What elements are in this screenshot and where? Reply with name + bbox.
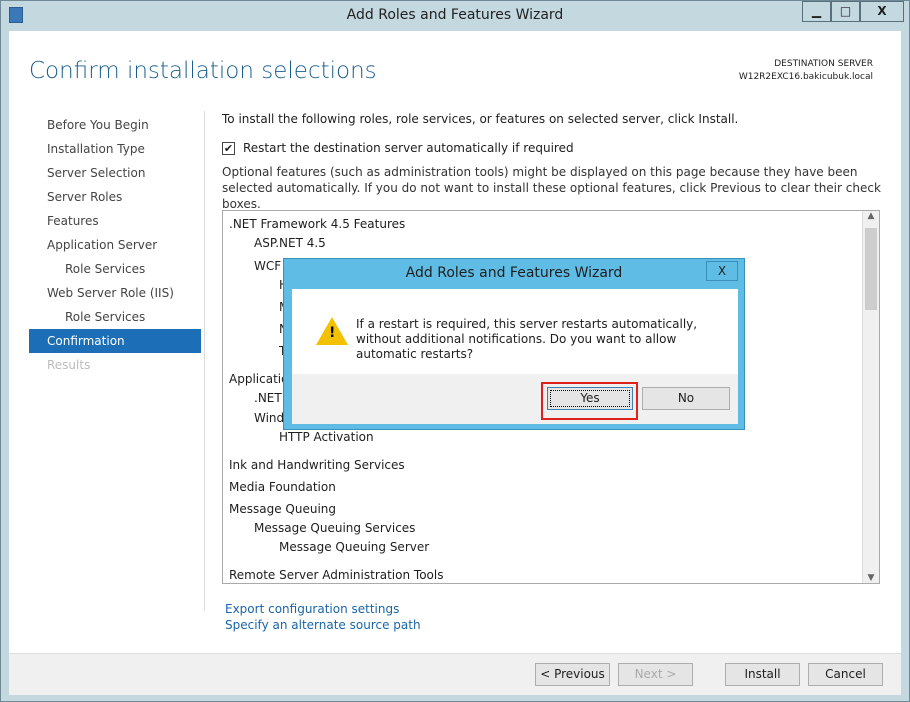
no-button[interactable]: No — [642, 387, 730, 410]
nav-role-services-app[interactable]: Role Services — [29, 257, 201, 281]
cancel-button[interactable]: Cancel — [808, 663, 883, 686]
list-item: Message Queuing Services — [254, 521, 416, 535]
restart-confirm-dialog: Add Roles and Features Wizard X ! If a r… — [283, 258, 745, 430]
dialog-body: ! If a restart is required, this server … — [292, 289, 738, 374]
dialog-button-bar: Yes No — [292, 374, 738, 424]
dialog-title: Add Roles and Features Wizard — [405, 265, 623, 281]
destination-server-name: W12R2EXC16.bakicubuk.local — [738, 72, 873, 82]
links: Export configuration settings Specify an… — [225, 601, 421, 633]
nav-application-server[interactable]: Application Server — [29, 233, 201, 257]
close-button[interactable]: X — [860, 1, 904, 22]
minimize-button[interactable]: ▁ — [802, 1, 831, 22]
nav-results: Results — [47, 358, 91, 372]
list-item: ASP.NET 4.5 — [254, 236, 326, 250]
export-config-link[interactable]: Export configuration settings — [225, 601, 421, 617]
nav-installation-type[interactable]: Installation Type — [29, 137, 201, 161]
scroll-down-icon[interactable]: ▼ — [863, 573, 879, 583]
restart-checkbox[interactable]: ✔ Restart the destination server automat… — [222, 141, 574, 155]
wizard-nav: Before You Begin Installation Type Serve… — [29, 113, 201, 377]
restart-label: Restart the destination server automatic… — [243, 141, 574, 155]
nav-server-selection[interactable]: Server Selection — [29, 161, 201, 185]
maximize-button[interactable]: □ — [831, 1, 860, 22]
footer: < Previous Next > Install Cancel — [9, 653, 901, 695]
destination-server: DESTINATION SERVER W12R2EXC16.bakicubuk.… — [739, 58, 873, 84]
dialog-message: If a restart is required, this server re… — [356, 317, 698, 361]
nav-role-services-iis[interactable]: Role Services — [29, 305, 201, 329]
destination-label: DESTINATION SERVER — [774, 59, 873, 69]
nav-web-server-role[interactable]: Web Server Role (IIS) — [29, 281, 201, 305]
window-title: Add Roles and Features Wizard — [346, 7, 564, 23]
list-item: Message Queuing Server — [279, 540, 430, 554]
list-item: Message Queuing — [229, 502, 337, 516]
list-item: HTTP Activation — [279, 430, 374, 444]
list-item: .NET Framework 4.5 Features — [229, 217, 406, 231]
dialog-close-button[interactable]: X — [706, 261, 738, 281]
title-bar[interactable]: Add Roles and Features Wizard ▁ □ X — [1, 1, 909, 31]
nav-before-you-begin[interactable]: Before You Begin — [29, 113, 201, 137]
warning-icon: ! — [316, 317, 348, 345]
list-item: Ink and Handwriting Services — [229, 458, 405, 472]
nav-features[interactable]: Features — [29, 209, 201, 233]
optional-features-note: Optional features (such as administratio… — [222, 165, 881, 211]
next-button: Next > — [618, 663, 693, 686]
scroll-up-icon[interactable]: ▲ — [863, 211, 879, 221]
page-title: Confirm installation selections — [29, 58, 377, 84]
install-button[interactable]: Install — [725, 663, 800, 686]
nav-confirmation[interactable]: Confirmation — [29, 329, 201, 353]
divider — [204, 111, 205, 611]
vertical-scrollbar[interactable]: ▲ ▼ — [862, 211, 879, 583]
scroll-thumb[interactable] — [865, 228, 877, 310]
list-item: Remote Server Administration Tools — [229, 568, 444, 582]
yes-button[interactable]: Yes — [547, 387, 633, 410]
previous-button[interactable]: < Previous — [535, 663, 610, 686]
alternate-source-link[interactable]: Specify an alternate source path — [225, 617, 421, 633]
list-item: Media Foundation — [229, 480, 336, 494]
intro-text: To install the following roles, role ser… — [222, 112, 739, 126]
checkbox-checked-icon[interactable]: ✔ — [222, 141, 235, 155]
nav-server-roles[interactable]: Server Roles — [29, 185, 201, 209]
